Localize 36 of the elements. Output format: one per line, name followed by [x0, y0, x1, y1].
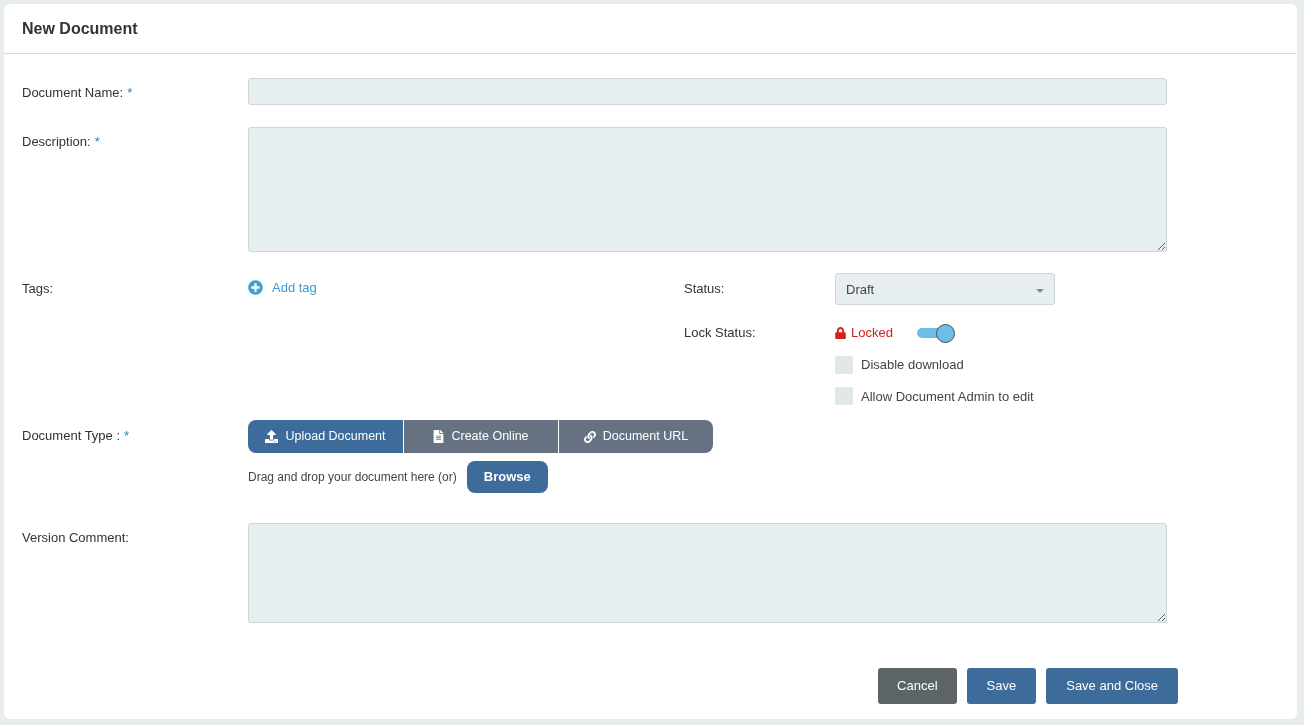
document-type-tab[interactable]: Document URL: [558, 420, 713, 453]
plus-icon: [248, 280, 263, 296]
form-button[interactable]: Save: [966, 668, 1037, 704]
drop-hint: Drag and drop your document here (or): [248, 469, 457, 486]
form-button[interactable]: Save and Close: [1046, 668, 1178, 704]
checkbox[interactable]: [835, 355, 853, 374]
upload-icon: [265, 430, 279, 443]
document-type-tab[interactable]: Create Online: [403, 420, 558, 453]
form-button[interactable]: Cancel: [878, 668, 957, 704]
browse-button[interactable]: Browse: [466, 461, 548, 493]
required-mark: *: [124, 428, 130, 443]
checkbox-label: Disable download: [861, 356, 964, 374]
form-title: New Document: [22, 18, 138, 39]
document-type-tab[interactable]: Upload Document: [248, 420, 403, 453]
lock-status-label: Lock Status:: [684, 324, 757, 343]
document-icon: [433, 430, 445, 443]
lock-toggle[interactable]: [917, 323, 955, 343]
checkbox-label: Allow Document Admin to edit: [861, 387, 1034, 406]
required-mark: *: [94, 134, 100, 149]
description-field[interactable]: [248, 127, 1167, 252]
field-label: Document Name:: [22, 85, 124, 100]
field-label: Description:: [22, 134, 91, 149]
padlock-icon: [835, 327, 846, 339]
field-label: Tags:: [22, 281, 54, 296]
caret-icon: [1036, 289, 1044, 293]
status-label: Status:: [684, 280, 726, 299]
add-tag-link[interactable]: Add tag: [248, 278, 684, 298]
field-label: Version Comment:: [22, 530, 129, 545]
link-icon: [583, 430, 596, 443]
lock-status-text: Locked: [835, 323, 917, 343]
document-name-field[interactable]: [248, 78, 1167, 105]
checkbox[interactable]: [835, 387, 853, 406]
version-comment-field[interactable]: [248, 523, 1167, 623]
field-label: Document Type :: [22, 428, 121, 443]
status-select[interactable]: Draft: [835, 273, 1055, 305]
required-mark: *: [127, 85, 133, 100]
